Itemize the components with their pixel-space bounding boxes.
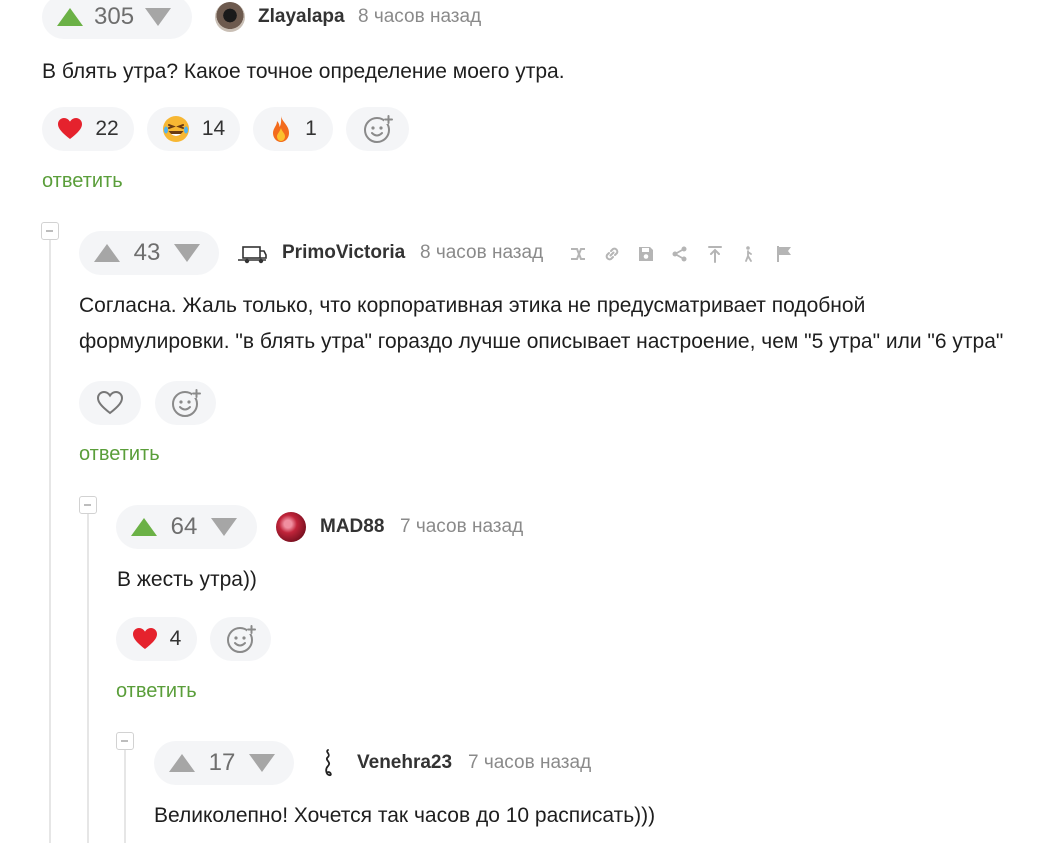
fire-icon: [273, 116, 290, 142]
add-reaction-icon: [171, 389, 201, 417]
reaction-count: 4: [169, 627, 182, 650]
heart-icon: [132, 628, 157, 649]
vote-count: 305: [94, 3, 135, 30]
reply-button[interactable]: ответить: [116, 680, 197, 703]
vote-widget: 43: [79, 231, 219, 275]
reaction-count: 14: [201, 117, 226, 140]
link-icon[interactable]: [603, 245, 621, 263]
downvote-icon[interactable]: [248, 752, 276, 774]
comment-text-line-2: формулировки. "в блять утра" гораздо луч…: [79, 330, 1004, 353]
add-reaction-button[interactable]: [346, 107, 409, 151]
reaction-count: 1: [305, 117, 317, 140]
share-icon[interactable]: [671, 245, 689, 263]
add-reaction-button[interactable]: [155, 381, 216, 425]
collapse-thread-button[interactable]: [79, 496, 97, 514]
avatar-snake-icon: [325, 749, 332, 777]
avatar[interactable]: [215, 2, 245, 32]
comment-text: В жесть утра)): [117, 568, 257, 591]
comment-text: Великолепно! Хочется так часов до 10 рас…: [154, 804, 656, 827]
vote-count: 64: [170, 513, 198, 540]
avatar[interactable]: [313, 748, 343, 778]
upvote-icon[interactable]: [168, 752, 196, 774]
laughing-face-icon: [162, 116, 189, 142]
vote-widget: 64: [116, 505, 257, 549]
timestamp[interactable]: 7 часов назад: [400, 516, 523, 538]
save-icon[interactable]: [637, 245, 655, 263]
vote-count: 43: [133, 239, 161, 266]
heart-icon: [58, 118, 83, 139]
reply-button[interactable]: ответить: [42, 170, 123, 193]
thread-line-level-1: [49, 240, 51, 843]
reaction-heart[interactable]: 4: [116, 617, 197, 661]
add-reaction-icon: [226, 625, 256, 653]
thread-line-level-2: [87, 514, 89, 843]
scroll-top-icon[interactable]: [706, 245, 724, 263]
timestamp[interactable]: 7 часов назад: [468, 752, 591, 774]
avatar[interactable]: [276, 512, 306, 542]
avatar[interactable]: [237, 238, 267, 268]
like-button[interactable]: [79, 381, 141, 425]
walk-icon[interactable]: [740, 245, 758, 263]
reaction-fire[interactable]: 1: [253, 107, 333, 151]
vote-widget: 17: [154, 741, 294, 785]
author-name[interactable]: Zlayalapa: [258, 6, 345, 28]
upvote-icon[interactable]: [93, 242, 121, 264]
downvote-icon[interactable]: [144, 6, 172, 28]
avatar-truck-icon: [238, 246, 267, 264]
add-reaction-icon: [363, 115, 393, 143]
downvote-icon[interactable]: [210, 516, 238, 538]
collapse-thread-button[interactable]: [116, 732, 134, 750]
comment-text-line-1: Согласна. Жаль только, что корпоративная…: [79, 294, 866, 317]
timestamp[interactable]: 8 часов назад: [420, 242, 543, 264]
upvote-icon[interactable]: [130, 516, 158, 538]
flag-icon[interactable]: [775, 245, 793, 263]
downvote-icon[interactable]: [173, 242, 201, 264]
reaction-count: 22: [95, 117, 119, 140]
branch-icon[interactable]: [569, 245, 587, 263]
comment-text: В блять утра? Какое точное определение м…: [42, 60, 565, 83]
reaction-heart[interactable]: 22: [42, 107, 134, 151]
add-reaction-button[interactable]: [210, 617, 271, 661]
reply-button[interactable]: ответить: [79, 443, 160, 466]
author-name[interactable]: MAD88: [320, 516, 384, 538]
vote-count: 17: [208, 749, 236, 776]
vote-widget: 305: [42, 0, 192, 39]
heart-outline-icon: [96, 390, 124, 415]
timestamp[interactable]: 8 часов назад: [358, 6, 481, 28]
thread-line-level-3: [124, 750, 126, 843]
author-name[interactable]: Venehra23: [357, 752, 452, 774]
collapse-thread-button[interactable]: [41, 222, 59, 240]
author-name[interactable]: PrimoVictoria: [282, 242, 405, 264]
upvote-icon[interactable]: [56, 6, 84, 28]
reaction-laugh[interactable]: 14: [147, 107, 240, 151]
